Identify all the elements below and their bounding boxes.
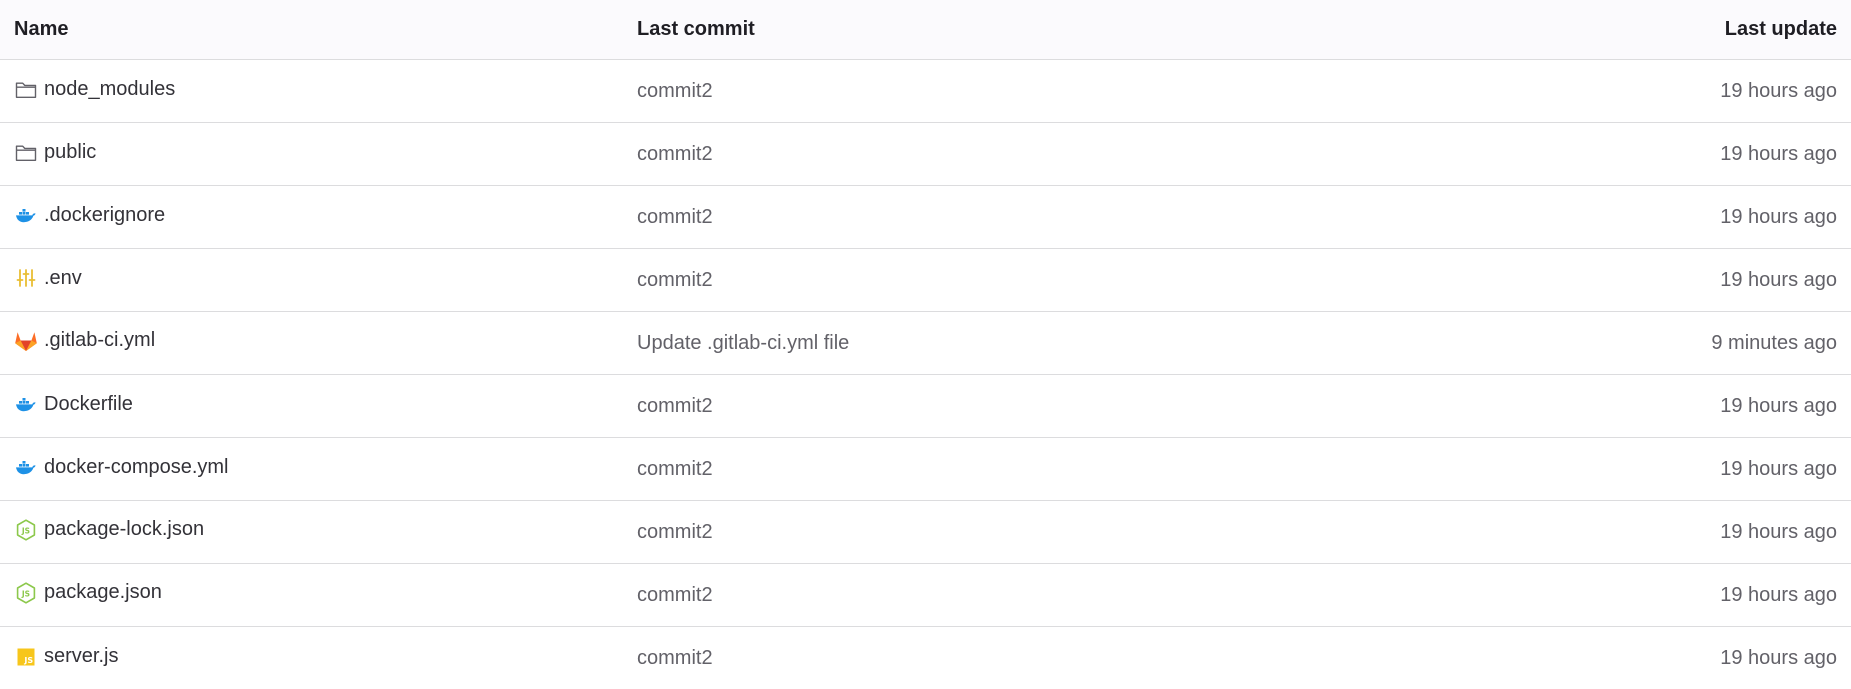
file-list: node_modules commit2 19 hours ago public… — [0, 60, 1851, 689]
last-update-time: 9 minutes ago — [1711, 332, 1837, 354]
last-update-time: 19 hours ago — [1720, 143, 1837, 165]
file-name-cell: JS package-lock.json — [0, 501, 637, 564]
file-name: .gitlab-ci.yml — [44, 329, 155, 352]
file-name-cell: JS server.js — [0, 627, 637, 689]
commit-message-link[interactable]: commit2 — [637, 521, 713, 543]
table-header-row: Name Last commit Last update — [0, 0, 1851, 60]
last-commit-cell: Update .gitlab-ci.yml file — [637, 312, 1437, 375]
last-update-cell: 19 hours ago — [1437, 186, 1851, 249]
last-update-cell: 19 hours ago — [1437, 375, 1851, 438]
table-row: node_modules commit2 19 hours ago — [0, 60, 1851, 123]
gitlab-icon — [14, 329, 38, 353]
last-update-cell: 19 hours ago — [1437, 123, 1851, 186]
commit-message-link[interactable]: commit2 — [637, 647, 713, 669]
last-update-cell: 19 hours ago — [1437, 249, 1851, 312]
file-name-cell: .gitlab-ci.yml — [0, 312, 637, 375]
file-name-cell: JS package.json — [0, 564, 637, 627]
last-commit-cell: commit2 — [637, 60, 1437, 123]
javascript-icon: JS — [14, 645, 38, 669]
header-name: Name — [0, 0, 637, 60]
last-commit-cell: commit2 — [637, 249, 1437, 312]
last-update-time: 19 hours ago — [1720, 206, 1837, 228]
last-commit-cell: commit2 — [637, 438, 1437, 501]
table-row: Dockerfile commit2 19 hours ago — [0, 375, 1851, 438]
last-commit-cell: commit2 — [637, 186, 1437, 249]
header-last-commit: Last commit — [637, 0, 1437, 60]
nodejs-icon: JS — [14, 581, 38, 605]
file-link[interactable]: public — [14, 141, 96, 165]
file-link[interactable]: JS package-lock.json — [14, 518, 204, 542]
svg-text:JS: JS — [21, 526, 30, 535]
file-name: package.json — [44, 581, 162, 604]
file-name: node_modules — [44, 78, 175, 101]
last-update-time: 19 hours ago — [1720, 80, 1837, 102]
file-link[interactable]: .dockerignore — [14, 204, 165, 228]
folder-icon — [14, 78, 38, 102]
last-update-cell: 19 hours ago — [1437, 564, 1851, 627]
last-update-time: 19 hours ago — [1720, 584, 1837, 606]
commit-message-link[interactable]: commit2 — [637, 206, 713, 228]
file-name-cell: Dockerfile — [0, 375, 637, 438]
table-row: .env commit2 19 hours ago — [0, 249, 1851, 312]
table-row: .gitlab-ci.yml Update .gitlab-ci.yml fil… — [0, 312, 1851, 375]
file-name-cell: .dockerignore — [0, 186, 637, 249]
table-row: JS server.js commit2 19 hours ago — [0, 627, 1851, 689]
last-update-cell: 19 hours ago — [1437, 438, 1851, 501]
table-row: public commit2 19 hours ago — [0, 123, 1851, 186]
last-commit-cell: commit2 — [637, 123, 1437, 186]
file-name-cell: public — [0, 123, 637, 186]
nodejs-icon: JS — [14, 518, 38, 542]
file-name: .env — [44, 267, 82, 290]
table-row: .dockerignore commit2 19 hours ago — [0, 186, 1851, 249]
last-commit-cell: commit2 — [637, 564, 1437, 627]
last-update-cell: 19 hours ago — [1437, 60, 1851, 123]
file-name: Dockerfile — [44, 393, 133, 416]
last-update-time: 19 hours ago — [1720, 647, 1837, 669]
commit-message-link[interactable]: commit2 — [637, 269, 713, 291]
table-row: JS package-lock.json commit2 19 hours ag… — [0, 501, 1851, 564]
commit-message-link[interactable]: commit2 — [637, 143, 713, 165]
file-name-cell: docker-compose.yml — [0, 438, 637, 501]
file-name: docker-compose.yml — [44, 456, 229, 479]
last-update-cell: 19 hours ago — [1437, 501, 1851, 564]
file-link[interactable]: JS package.json — [14, 581, 162, 605]
commit-message-link[interactable]: commit2 — [637, 584, 713, 606]
last-update-cell: 9 minutes ago — [1437, 312, 1851, 375]
settings-sliders-icon — [14, 266, 38, 290]
last-update-time: 19 hours ago — [1720, 395, 1837, 417]
file-name: .dockerignore — [44, 204, 165, 227]
file-link[interactable]: node_modules — [14, 78, 175, 102]
file-name: public — [44, 141, 96, 164]
file-link[interactable]: Dockerfile — [14, 393, 133, 417]
file-name-cell: .env — [0, 249, 637, 312]
commit-message-link[interactable]: Update .gitlab-ci.yml file — [637, 332, 849, 354]
table-row: JS package.json commit2 19 hours ago — [0, 564, 1851, 627]
last-update-time: 19 hours ago — [1720, 521, 1837, 543]
file-link[interactable]: docker-compose.yml — [14, 456, 229, 480]
file-link[interactable]: .env — [14, 266, 82, 290]
file-tree-table: Name Last commit Last update node_module… — [0, 0, 1851, 689]
last-commit-cell: commit2 — [637, 375, 1437, 438]
last-commit-cell: commit2 — [637, 627, 1437, 689]
header-last-update: Last update — [1437, 0, 1851, 60]
docker-icon — [14, 456, 38, 480]
commit-message-link[interactable]: commit2 — [637, 80, 713, 102]
file-link[interactable]: .gitlab-ci.yml — [14, 329, 155, 353]
docker-icon — [14, 393, 38, 417]
docker-icon — [14, 204, 38, 228]
table-row: docker-compose.yml commit2 19 hours ago — [0, 438, 1851, 501]
last-update-cell: 19 hours ago — [1437, 627, 1851, 689]
svg-text:JS: JS — [21, 589, 30, 598]
folder-icon — [14, 141, 38, 165]
commit-message-link[interactable]: commit2 — [637, 458, 713, 480]
last-update-time: 19 hours ago — [1720, 269, 1837, 291]
commit-message-link[interactable]: commit2 — [637, 395, 713, 417]
file-link[interactable]: JS server.js — [14, 645, 118, 669]
last-commit-cell: commit2 — [637, 501, 1437, 564]
svg-text:JS: JS — [23, 656, 33, 665]
file-name-cell: node_modules — [0, 60, 637, 123]
file-name: package-lock.json — [44, 518, 204, 541]
file-name: server.js — [44, 645, 118, 668]
last-update-time: 19 hours ago — [1720, 458, 1837, 480]
